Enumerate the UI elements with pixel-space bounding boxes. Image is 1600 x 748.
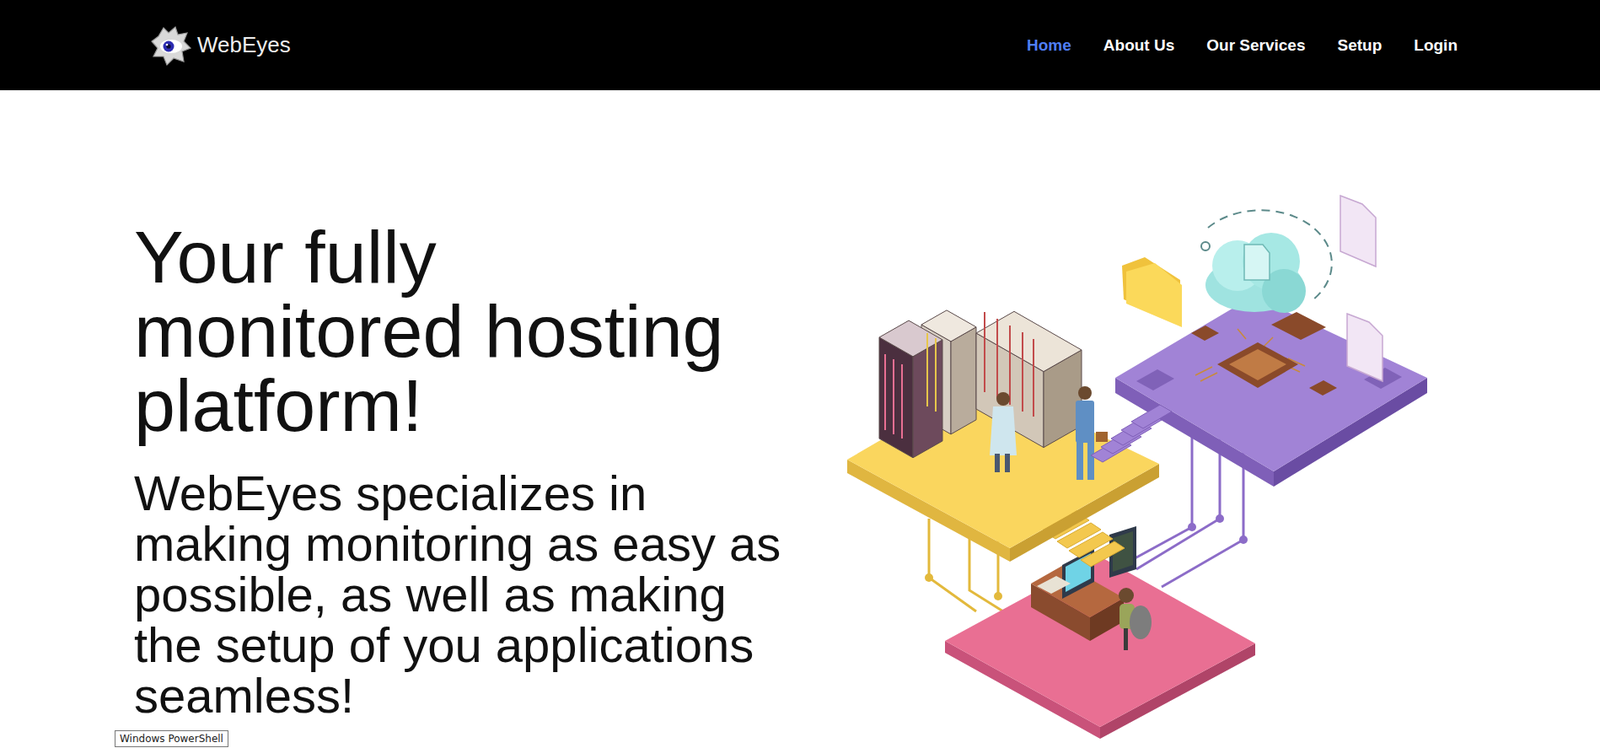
- pink-platform: [944, 556, 1256, 739]
- title-line: Your fully: [134, 220, 842, 295]
- subtitle-line: making monitoring as easy as: [134, 518, 842, 570]
- server-rack: [879, 320, 943, 458]
- document-icon: [1340, 195, 1383, 382]
- eye-logo-icon: [150, 24, 193, 67]
- hero-text: Your fullymonitored hostingplatform! WebE…: [134, 90, 842, 721]
- hero: Your fullymonitored hostingplatform! WebE…: [0, 90, 1600, 742]
- brand-name: WebEyes: [197, 32, 291, 59]
- subtitle-line: the setup of you applications: [134, 619, 842, 671]
- subtitle-line: WebEyes specializes in: [134, 467, 842, 519]
- nav-link[interactable]: Login: [1413, 32, 1458, 59]
- navbar: WebEyes Home About Us Our Services Setup Logi…: [0, 0, 1600, 91]
- hero-subtitle: WebEyes specializes inmaking monitoring …: [134, 467, 842, 721]
- nav-link[interactable]: About Us: [1103, 32, 1175, 59]
- nav-link[interactable]: Our Services: [1206, 32, 1305, 59]
- engineer-figure: [1075, 386, 1108, 480]
- title-line: monitored hosting: [134, 294, 842, 369]
- cloud-icon: [1201, 209, 1332, 313]
- stairs: [1090, 404, 1172, 462]
- pipe-dots: [1187, 514, 1248, 544]
- main-nav: Home About Us Our Services Setup Login: [1026, 32, 1458, 59]
- hero-title: Your fullymonitored hostingplatform!: [134, 220, 842, 443]
- subtitle-line: seamless!: [134, 670, 842, 721]
- isometric-datacenter-illustration: [841, 185, 1432, 742]
- technician-figure: [989, 391, 1017, 473]
- brand-logo[interactable]: WebEyes: [150, 24, 291, 67]
- pipe-dots: [924, 573, 1003, 601]
- microchip: [1191, 311, 1337, 396]
- page: WebEyes Home About Us Our Services Setup Logi…: [0, 0, 1600, 748]
- purple-platform: [1115, 295, 1428, 487]
- title-line: platform!: [134, 368, 842, 443]
- workstation: [1030, 526, 1152, 650]
- nav-link[interactable]: Setup: [1337, 32, 1383, 59]
- folder-icon: [1122, 257, 1182, 328]
- taskbar-tooltip: Windows PowerShell: [114, 730, 229, 747]
- nav-link[interactable]: Home: [1026, 32, 1072, 59]
- subtitle-line: possible, as well as making: [134, 569, 842, 620]
